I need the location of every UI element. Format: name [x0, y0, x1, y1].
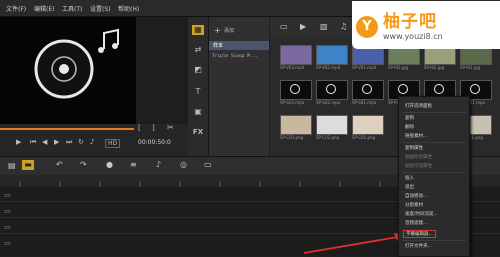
folder-icon[interactable]: ▭ [280, 22, 288, 31]
menu-settings[interactable]: 设置(S) [90, 4, 111, 13]
menu-copy[interactable]: 复制 [405, 115, 414, 121]
menu-paste-all-attributes: 粘贴所有属性 [405, 155, 432, 160]
end-icon[interactable]: ⏭ [66, 138, 72, 147]
menu-open-folder[interactable]: 打开文件夹... [405, 243, 432, 249]
title-icon[interactable]: T [192, 87, 204, 97]
menu-insert[interactable]: 插入 [405, 175, 414, 181]
add-folder-label: 添加 [224, 28, 235, 34]
undo-icon[interactable]: ↶ [56, 160, 63, 169]
thumbnail[interactable] [316, 115, 348, 135]
start-icon[interactable]: ⏮ [30, 138, 36, 147]
thumbnail-caption: SP-S02.mpa [316, 100, 341, 105]
thumbnail-caption: SP-C01.png [352, 135, 376, 140]
menu-paste-selected-attributes: 粘贴可选属性 [405, 164, 432, 169]
menu-separator [402, 172, 466, 173]
photo-filter-icon[interactable]: ▨ [320, 22, 328, 31]
storyboard-view-icon[interactable]: ▤ [8, 161, 16, 170]
mark-in-icon[interactable]: [ [138, 124, 141, 132]
effect-icon[interactable]: ◩ [192, 65, 204, 75]
thumbnail-caption: SP-S01.mpa [352, 100, 377, 105]
prev-frame-icon[interactable]: ◀ [42, 138, 47, 146]
timecode[interactable]: 00:00:50:0 [138, 139, 171, 146]
folder-label: 样本 [213, 43, 224, 49]
menu-link-clip[interactable]: 链接素材... [405, 133, 427, 139]
thumbnail-caption: SP-V03.mp4 [280, 65, 305, 70]
menu-separator [402, 240, 466, 241]
menu-help[interactable]: 帮助(H) [118, 4, 139, 13]
media-icon[interactable]: ▦ [192, 25, 204, 35]
track-video-icon[interactable]: ▭ [4, 191, 11, 199]
menu-exit[interactable]: 退出 [405, 184, 414, 190]
menu-auto-pan[interactable]: 自动摇动... [405, 193, 427, 199]
track-overlay-icon[interactable]: ▭ [4, 207, 11, 215]
record-icon[interactable]: ● [106, 160, 113, 169]
playback-progress[interactable] [0, 128, 134, 130]
context-menu: 打开选项面板 复制 删除 链接素材... 复制属性 粘贴所有属性 粘贴可选属性 … [398, 96, 470, 257]
scissors-icon[interactable]: ✂ [167, 123, 174, 132]
menu-edit[interactable]: 编辑(E) [34, 4, 54, 13]
hd-icon[interactable]: HD [105, 139, 121, 148]
menu-split-clip[interactable]: 分割素材 [405, 202, 423, 208]
thumbnail[interactable] [316, 45, 348, 65]
thumbnail-caption: SP-I01.jpg [460, 65, 481, 70]
menu-subtitle-editor[interactable]: 字幕编辑器... [403, 230, 436, 238]
menu-speed-time-lapse[interactable]: 速度/时间流逝... [405, 211, 438, 217]
thumbnail-caption: SP-C03.png [280, 135, 304, 140]
auto-music-icon[interactable]: ♪ [156, 160, 161, 169]
thumbnail-caption: SP-I02.jpg [424, 65, 445, 70]
thumbnail-caption: SP-I03.jpg [388, 65, 409, 70]
library-toolbar: ▦ ⇄ ◩ T ▣ FX [188, 17, 209, 156]
timeline-view-icon[interactable]: ▬ [22, 160, 34, 170]
thumbnail[interactable] [280, 115, 312, 135]
audio-thumbnail[interactable] [352, 80, 384, 100]
menu-tools[interactable]: 工具(T) [62, 4, 82, 13]
music-disc-icon [34, 28, 119, 99]
mixer-icon[interactable]: ≡ [130, 160, 137, 169]
menu-copy-attributes[interactable]: 复制属性 [405, 145, 423, 151]
playback-controls: [ ] ✂ ▶ ⏮ ◀ ▶ ⏭ ↻ ♪ HD 00:00:50:0 [0, 123, 188, 156]
thumbnail-caption: SP-S03.mpa [280, 100, 305, 105]
menu-open-options[interactable]: 打开选项面板 [405, 103, 432, 109]
menu-audio-filter[interactable]: 音频滤镜... [405, 220, 427, 226]
filter-icon[interactable]: FX [192, 127, 204, 137]
transition-icon[interactable]: ⇄ [192, 45, 204, 55]
audio-thumbnail[interactable] [280, 80, 312, 100]
repeat-icon[interactable]: ↻ [78, 138, 84, 146]
preview-window [0, 17, 136, 124]
track-audio-icon[interactable]: ▭ [4, 239, 11, 247]
thumbnail-caption: SP-V01.mp4 [352, 65, 377, 70]
track-title-icon[interactable]: ▭ [4, 223, 11, 231]
menu-separator [402, 142, 466, 143]
menu-delete[interactable]: 删除 [405, 124, 414, 130]
play-icon[interactable]: ▶ [16, 138, 21, 146]
graphic-icon[interactable]: ▣ [192, 107, 204, 117]
watermark-logo: Y [356, 16, 378, 38]
clip-name: Triple Scoop M... [212, 54, 259, 59]
thumbnail[interactable] [280, 45, 312, 65]
subtitle-icon[interactable]: ▭ [204, 160, 212, 169]
motion-icon[interactable]: ◎ [180, 160, 187, 169]
annotation-arrow [303, 233, 404, 254]
menu-file[interactable]: 文件(F) [6, 4, 26, 13]
thumbnail-caption: SP-C02.png [316, 135, 340, 140]
watermark-url: www.youzi8.cn [383, 32, 443, 41]
folder-item-sample[interactable]: 样本 [209, 41, 269, 50]
library-folder-list: + 添加 样本 Triple Scoop M... [209, 17, 269, 156]
thumbnail-caption: SP-V02.mp4 [316, 65, 341, 70]
audio-thumbnail[interactable] [316, 80, 348, 100]
video-filter-icon[interactable]: ▶ [300, 22, 306, 31]
add-folder-icon[interactable]: + [214, 26, 221, 35]
volume-icon[interactable]: ♪ [90, 138, 94, 146]
audio-filter-icon[interactable]: ♫ [340, 22, 347, 31]
mark-out-icon[interactable]: ] [152, 124, 155, 132]
redo-icon[interactable]: ↷ [80, 160, 87, 169]
menu-separator [402, 112, 466, 113]
next-frame-icon[interactable]: ▶ [54, 138, 59, 146]
watermark-title: 柚子吧 [383, 12, 437, 32]
thumbnail[interactable] [352, 115, 384, 135]
